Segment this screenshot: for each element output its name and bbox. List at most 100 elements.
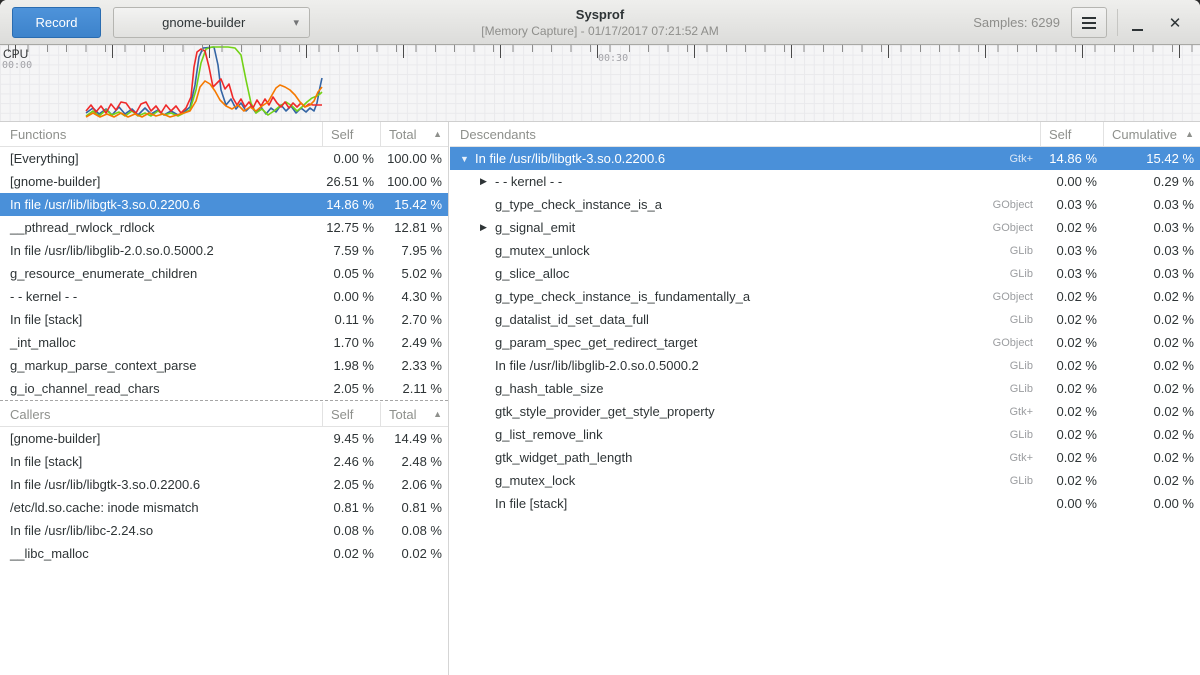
table-row[interactable]: [Everything]0.00 %100.00 % bbox=[0, 147, 448, 170]
table-row[interactable]: g_io_channel_read_chars2.05 %2.11 % bbox=[0, 377, 448, 400]
library-tag: GLib bbox=[1010, 245, 1040, 257]
table-row[interactable]: g_mutex_unlockGLib0.03 %0.03 % bbox=[450, 239, 1200, 262]
self-percent: 0.02 % bbox=[1040, 220, 1103, 235]
self-percent: 0.02 % bbox=[1040, 312, 1103, 327]
table-row[interactable]: g_slice_allocGLib0.03 %0.03 % bbox=[450, 262, 1200, 285]
column-header-functions[interactable]: Functions bbox=[0, 122, 322, 147]
self-percent: 0.02 % bbox=[1040, 381, 1103, 396]
table-row[interactable]: _int_malloc1.70 %2.49 % bbox=[0, 331, 448, 354]
total-percent: 2.49 % bbox=[380, 335, 448, 350]
table-row[interactable]: In file /usr/lib/libgtk-3.so.0.2200.62.0… bbox=[0, 473, 448, 496]
column-header-self[interactable]: Self bbox=[1040, 122, 1103, 147]
self-percent: 0.81 % bbox=[322, 500, 380, 515]
descendant-name-cell: ▶- - kernel - - bbox=[450, 174, 1040, 189]
column-header-callers[interactable]: Callers bbox=[0, 402, 322, 427]
self-percent: 0.03 % bbox=[1040, 266, 1103, 281]
table-row[interactable]: In file /usr/lib/libgtk-3.so.0.2200.614.… bbox=[0, 193, 448, 216]
table-row[interactable]: g_markup_parse_context_parse1.98 %2.33 % bbox=[0, 354, 448, 377]
descendant-name-cell: gtk_style_provider_get_style_propertyGtk… bbox=[450, 404, 1040, 419]
function-name: In file /usr/lib/libglib-2.0.so.0.5000.2 bbox=[0, 243, 322, 258]
timeline-label-mid: 00:30 bbox=[598, 53, 628, 64]
column-header-descendants[interactable]: Descendants bbox=[450, 122, 1040, 147]
total-percent: 2.33 % bbox=[380, 358, 448, 373]
total-percent: 5.02 % bbox=[380, 266, 448, 281]
table-row[interactable]: __libc_malloc0.02 %0.02 % bbox=[0, 542, 448, 565]
record-button[interactable]: Record bbox=[12, 7, 101, 38]
total-percent: 12.81 % bbox=[380, 220, 448, 235]
column-header-total[interactable]: Total ▲ bbox=[380, 402, 448, 427]
expander-closed-icon[interactable]: ▶ bbox=[480, 176, 495, 187]
table-row[interactable]: g_param_spec_get_redirect_targetGObject0… bbox=[450, 331, 1200, 354]
table-row[interactable]: - - kernel - -0.00 %4.30 % bbox=[0, 285, 448, 308]
menu-button[interactable] bbox=[1071, 7, 1107, 38]
table-row[interactable]: In file /usr/lib/libc-2.24.so0.08 %0.08 … bbox=[0, 519, 448, 542]
table-row[interactable]: gtk_widget_path_lengthGtk+0.02 %0.02 % bbox=[450, 446, 1200, 469]
table-row[interactable]: In file [stack]0.00 %0.00 % bbox=[450, 492, 1200, 515]
close-button[interactable]: ✕ bbox=[1158, 7, 1192, 38]
descendant-name: g_datalist_id_set_data_full bbox=[495, 312, 649, 327]
table-row[interactable]: g_hash_table_sizeGLib0.02 %0.02 % bbox=[450, 377, 1200, 400]
table-row[interactable]: In file [stack]2.46 %2.48 % bbox=[0, 450, 448, 473]
table-row[interactable]: ▶- - kernel - -0.00 %0.29 % bbox=[450, 170, 1200, 193]
table-row[interactable]: ▶g_signal_emitGObject0.02 %0.03 % bbox=[450, 216, 1200, 239]
expander-closed-icon[interactable]: ▶ bbox=[480, 222, 495, 233]
function-name: __libc_malloc bbox=[0, 546, 322, 561]
table-row[interactable]: ▼In file /usr/lib/libgtk-3.so.0.2200.6Gt… bbox=[450, 147, 1200, 170]
table-row[interactable]: [gnome-builder]9.45 %14.49 % bbox=[0, 427, 448, 450]
total-percent: 100.00 % bbox=[380, 151, 448, 166]
descendant-name-cell: g_param_spec_get_redirect_targetGObject bbox=[450, 335, 1040, 350]
self-percent: 0.02 % bbox=[1040, 404, 1103, 419]
samples-count: Samples: 6299 bbox=[973, 0, 1060, 45]
library-tag: Gtk+ bbox=[1009, 452, 1040, 464]
library-tag: GLib bbox=[1010, 360, 1040, 372]
expander-open-icon[interactable]: ▼ bbox=[460, 154, 475, 164]
library-tag: Gtk+ bbox=[1009, 406, 1040, 418]
table-row[interactable]: g_type_check_instance_is_fundamentally_a… bbox=[450, 285, 1200, 308]
function-name: - - kernel - - bbox=[0, 289, 322, 304]
descendant-name: g_param_spec_get_redirect_target bbox=[495, 335, 697, 350]
cumulative-percent: 0.02 % bbox=[1103, 427, 1200, 442]
table-row[interactable]: gtk_style_provider_get_style_propertyGtk… bbox=[450, 400, 1200, 423]
column-header-self[interactable]: Self bbox=[322, 122, 380, 147]
table-row[interactable]: g_type_check_instance_is_aGObject0.03 %0… bbox=[450, 193, 1200, 216]
sysprof-window: Record gnome-builder ▾ Sysprof [Memory C… bbox=[0, 0, 1200, 675]
table-row[interactable]: g_list_remove_linkGLib0.02 %0.02 % bbox=[450, 423, 1200, 446]
header-bar: Record gnome-builder ▾ Sysprof [Memory C… bbox=[0, 0, 1200, 45]
table-row[interactable]: In file [stack]0.11 %2.70 % bbox=[0, 308, 448, 331]
total-percent: 0.08 % bbox=[380, 523, 448, 538]
table-row[interactable]: g_datalist_id_set_data_fullGLib0.02 %0.0… bbox=[450, 308, 1200, 331]
library-tag: GLib bbox=[1010, 475, 1040, 487]
table-row[interactable]: /etc/ld.so.cache: inode mismatch0.81 %0.… bbox=[0, 496, 448, 519]
cumulative-percent: 0.02 % bbox=[1103, 381, 1200, 396]
function-name: /etc/ld.so.cache: inode mismatch bbox=[0, 500, 322, 515]
cpu-graph[interactable]: CPU 00:00 00:30 bbox=[0, 45, 1200, 122]
table-row[interactable]: __pthread_rwlock_rdlock12.75 %12.81 % bbox=[0, 216, 448, 239]
self-percent: 0.02 % bbox=[1040, 289, 1103, 304]
minimize-button[interactable] bbox=[1120, 7, 1154, 38]
table-row[interactable]: In file /usr/lib/libglib-2.0.so.0.5000.2… bbox=[0, 239, 448, 262]
table-row[interactable]: [gnome-builder]26.51 %100.00 % bbox=[0, 170, 448, 193]
cumulative-percent: 0.02 % bbox=[1103, 358, 1200, 373]
descendant-name: In file /usr/lib/libglib-2.0.so.0.5000.2 bbox=[495, 358, 699, 373]
library-tag: GObject bbox=[993, 199, 1040, 211]
cumulative-percent: 0.02 % bbox=[1103, 312, 1200, 327]
function-name: g_resource_enumerate_children bbox=[0, 266, 322, 281]
functions-table-header: Functions Self Total ▲ bbox=[0, 122, 448, 147]
table-row[interactable]: g_mutex_lockGLib0.02 %0.02 % bbox=[450, 469, 1200, 492]
cumulative-percent: 0.02 % bbox=[1103, 404, 1200, 419]
callers-table: Callers Self Total ▲ [gnome-builder]9.45… bbox=[0, 402, 448, 565]
pane-divider[interactable] bbox=[448, 122, 449, 675]
self-percent: 0.02 % bbox=[322, 546, 380, 561]
table-row[interactable]: g_resource_enumerate_children0.05 %5.02 … bbox=[0, 262, 448, 285]
descendant-name: g_signal_emit bbox=[495, 220, 575, 235]
callers-table-header: Callers Self Total ▲ bbox=[0, 402, 448, 427]
column-header-cumulative[interactable]: Cumulative ▲ bbox=[1103, 122, 1200, 147]
table-row[interactable]: In file /usr/lib/libglib-2.0.so.0.5000.2… bbox=[450, 354, 1200, 377]
target-process-dropdown[interactable]: gnome-builder ▾ bbox=[113, 7, 310, 38]
self-percent: 2.46 % bbox=[322, 454, 380, 469]
self-percent: 26.51 % bbox=[322, 174, 380, 189]
column-header-total[interactable]: Total ▲ bbox=[380, 122, 448, 147]
self-percent: 1.98 % bbox=[322, 358, 380, 373]
self-percent: 1.70 % bbox=[322, 335, 380, 350]
column-header-self[interactable]: Self bbox=[322, 402, 380, 427]
